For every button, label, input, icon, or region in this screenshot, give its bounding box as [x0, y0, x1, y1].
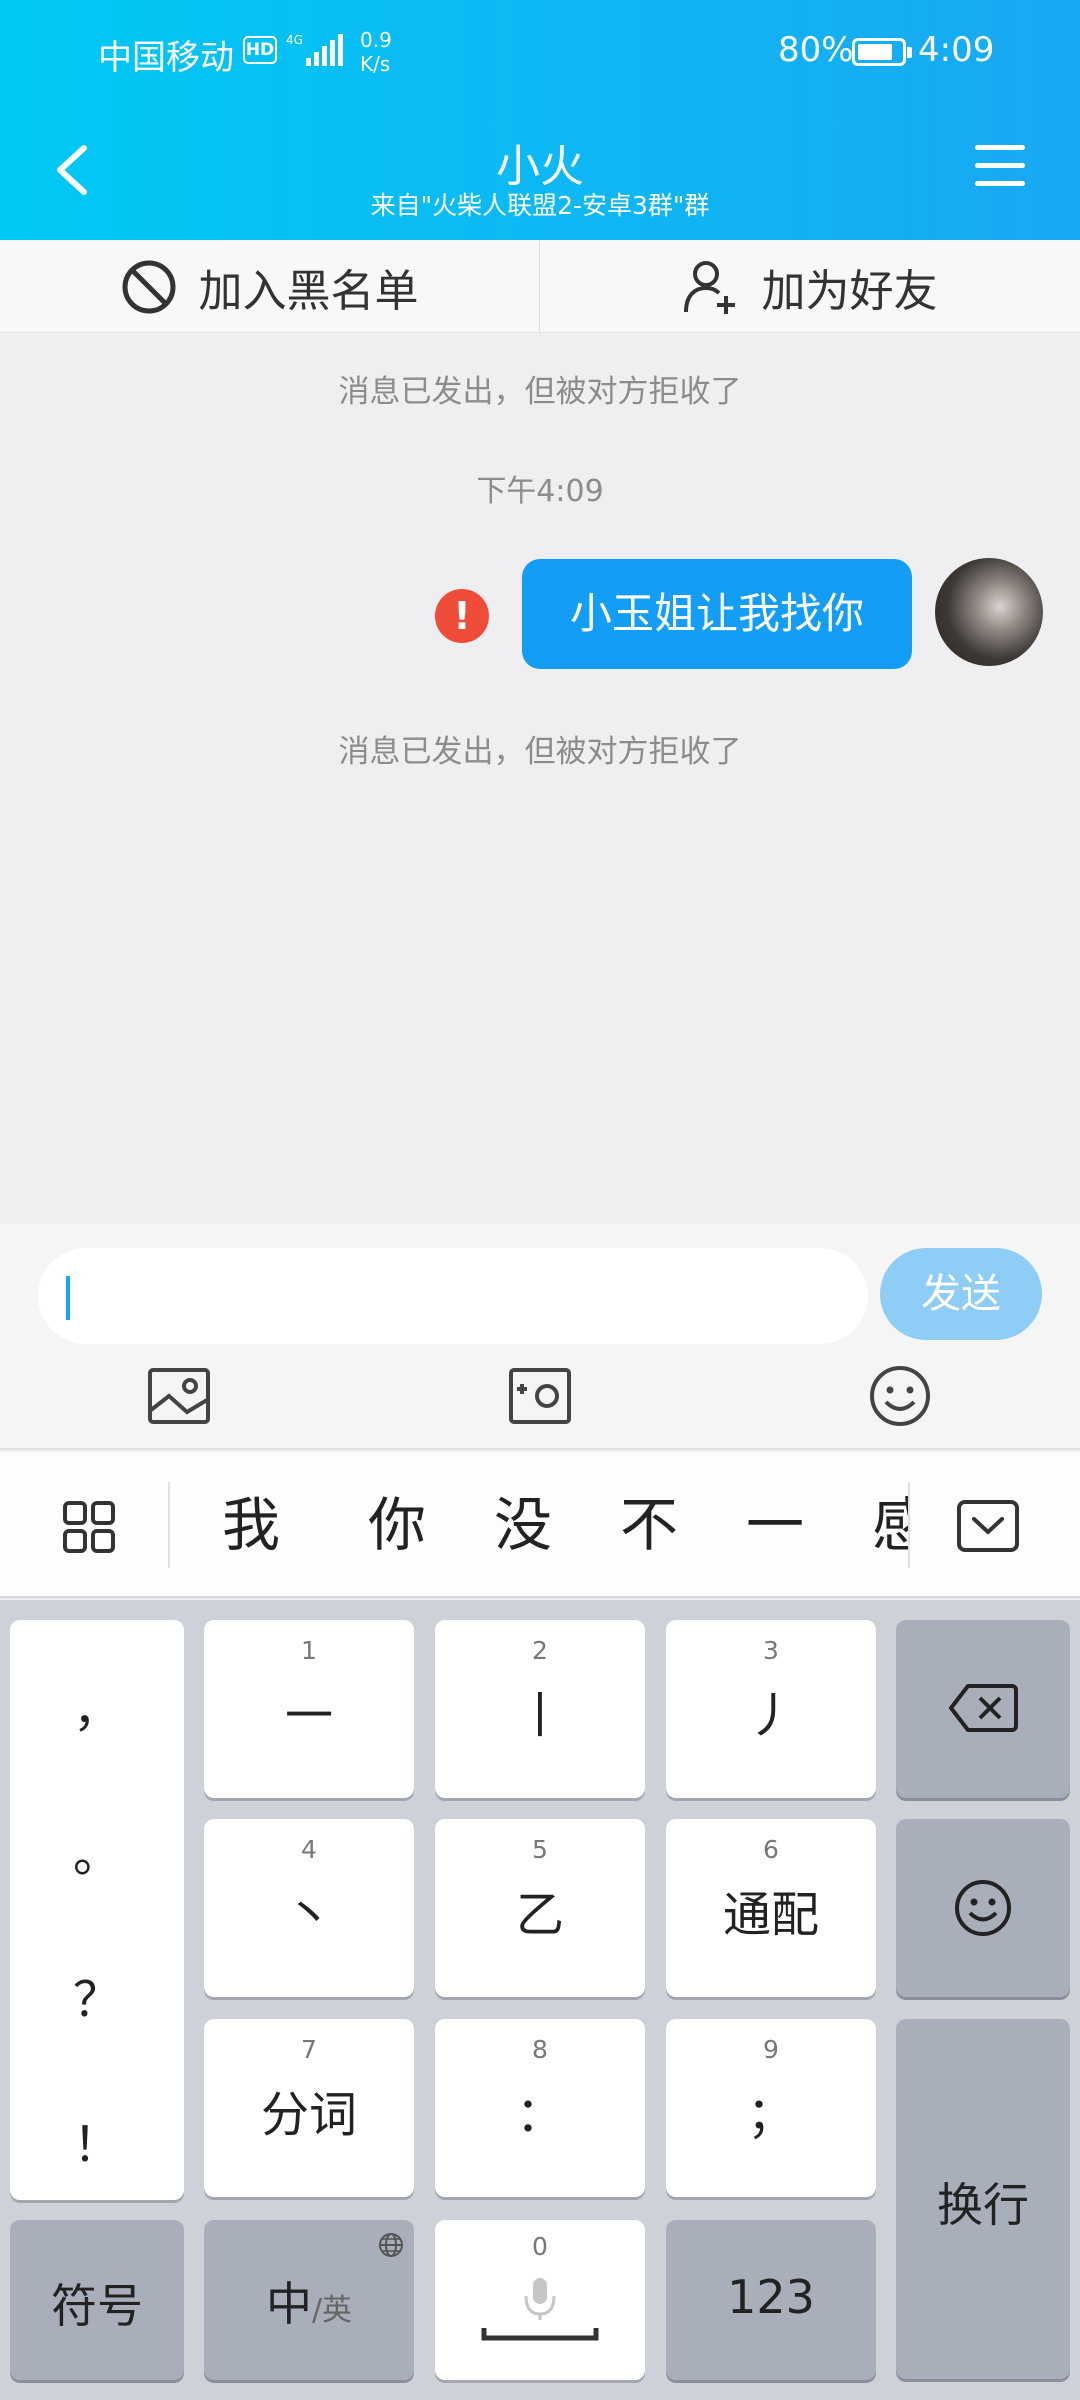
key-9[interactable]: 9；: [666, 2019, 876, 2197]
status-bar: 中国移动 HD 4G 0.9 K/s 80% 4:09: [0, 0, 1080, 110]
avatar[interactable]: [935, 558, 1043, 666]
block-icon: [122, 260, 175, 313]
image-icon[interactable]: [147, 1364, 211, 1428]
key-6[interactable]: 6 通配: [666, 1819, 876, 1997]
send-button[interactable]: 发送: [880, 1248, 1042, 1340]
hamburger-icon: [975, 145, 1031, 186]
chat-header: 中国移动 HD 4G 0.9 K/s 80% 4:09 小火 来自"火柴人联盟2…: [0, 0, 1080, 240]
add-friend-label: 加为好友: [761, 265, 938, 317]
key-4[interactable]: 4丶: [204, 1819, 414, 1997]
microphone-icon: [481, 2278, 599, 2341]
enter-key[interactable]: 换行: [896, 2019, 1070, 2379]
language-switch-key[interactable]: 中/英: [204, 2220, 414, 2380]
hd-badge: HD: [243, 36, 277, 64]
key-8[interactable]: 8：: [435, 2019, 645, 2197]
key-7[interactable]: 7 分词: [204, 2019, 414, 2197]
rejected-notice: 消息已发出，但被对方拒收了: [338, 734, 742, 770]
network-speed: 0.9 K/s: [360, 28, 392, 76]
status-time: 4:09: [918, 30, 995, 70]
candidate-list: 我 你 没 不 一 感: [170, 1452, 908, 1598]
candidate-word[interactable]: 不: [620, 1452, 678, 1598]
menu-button[interactable]: [975, 145, 1031, 195]
symbols-label: 符号: [51, 2279, 143, 2333]
numbers-key[interactable]: 123: [666, 2220, 876, 2380]
add-friend-button[interactable]: 加为好友: [540, 240, 1079, 333]
emoji-key[interactable]: [896, 1819, 1070, 1997]
emoji-icon: [955, 1880, 1011, 1936]
svg-text:4G: 4G: [286, 33, 303, 47]
key-3[interactable]: 3丿: [666, 1620, 876, 1798]
text-caret: [66, 1276, 70, 1320]
message-timestamp: 下午4:09: [476, 474, 604, 509]
chat-title: 小火: [496, 141, 584, 192]
battery-percent: 80%: [778, 30, 854, 70]
candidate-separator: [908, 1482, 910, 1568]
input-area: 发送: [0, 1224, 1080, 1450]
message-bubble[interactable]: 小玉姐让我找你: [522, 559, 912, 669]
backspace-key[interactable]: [896, 1620, 1070, 1798]
keyboard-collapse-icon[interactable]: [956, 1499, 1020, 1553]
punctuation-column[interactable]: ， 。 ？ ！: [10, 1620, 184, 2200]
punct-question[interactable]: ？: [10, 1960, 184, 2030]
battery-icon: [852, 38, 912, 66]
backspace-icon: [949, 1684, 1018, 1732]
punct-period[interactable]: 。: [10, 1815, 184, 1885]
carrier-name: 中国移动: [98, 38, 234, 78]
emoji-icon[interactable]: [868, 1364, 932, 1428]
symbols-key[interactable]: 符号: [10, 2220, 184, 2380]
stranger-action-bar: 加入黑名单 加为好友: [0, 240, 1080, 333]
rejected-notice: 消息已发出，但被对方拒收了: [338, 374, 742, 410]
key-2[interactable]: 2丨: [435, 1620, 645, 1798]
stroke-keyboard: ， 。 ？ ！ 1一 2丨 3丿 4丶 5乙 6 通配 7 分词 8 ： 9 ；…: [0, 1600, 1080, 2400]
candidate-word[interactable]: 你: [368, 1452, 426, 1598]
chat-subtitle: 来自"火柴人联盟2-安卓3群"群: [370, 191, 710, 220]
signal-icon: 4G: [286, 33, 343, 66]
enter-label: 换行: [937, 2178, 1029, 2232]
key-1[interactable]: 1一: [204, 1620, 414, 1798]
grid-menu-icon[interactable]: [62, 1500, 116, 1554]
send-failed-icon[interactable]: !: [435, 589, 489, 643]
candidate-word[interactable]: 一: [746, 1452, 804, 1598]
add-user-icon: [683, 260, 735, 314]
add-to-blacklist-label: 加入黑名单: [198, 265, 419, 317]
add-to-blacklist-button[interactable]: 加入黑名单: [0, 240, 539, 333]
punct-comma[interactable]: ，: [10, 1670, 184, 1740]
space-key[interactable]: 0: [435, 2220, 645, 2380]
key-5[interactable]: 5乙: [435, 1819, 645, 1997]
globe-icon: [379, 2233, 403, 2257]
candidate-word[interactable]: 我: [222, 1452, 280, 1598]
numbers-label: 123: [727, 2270, 815, 2324]
ime-candidate-bar: 我 你 没 不 一 感: [0, 1452, 1080, 1598]
punct-exclamation[interactable]: ！: [10, 2105, 184, 2175]
message-input[interactable]: [38, 1248, 868, 1344]
candidate-word[interactable]: 没: [494, 1452, 552, 1598]
camera-icon[interactable]: [508, 1364, 572, 1428]
language-label: 中/英: [265, 2277, 353, 2331]
candidate-word[interactable]: 感: [872, 1452, 908, 1598]
